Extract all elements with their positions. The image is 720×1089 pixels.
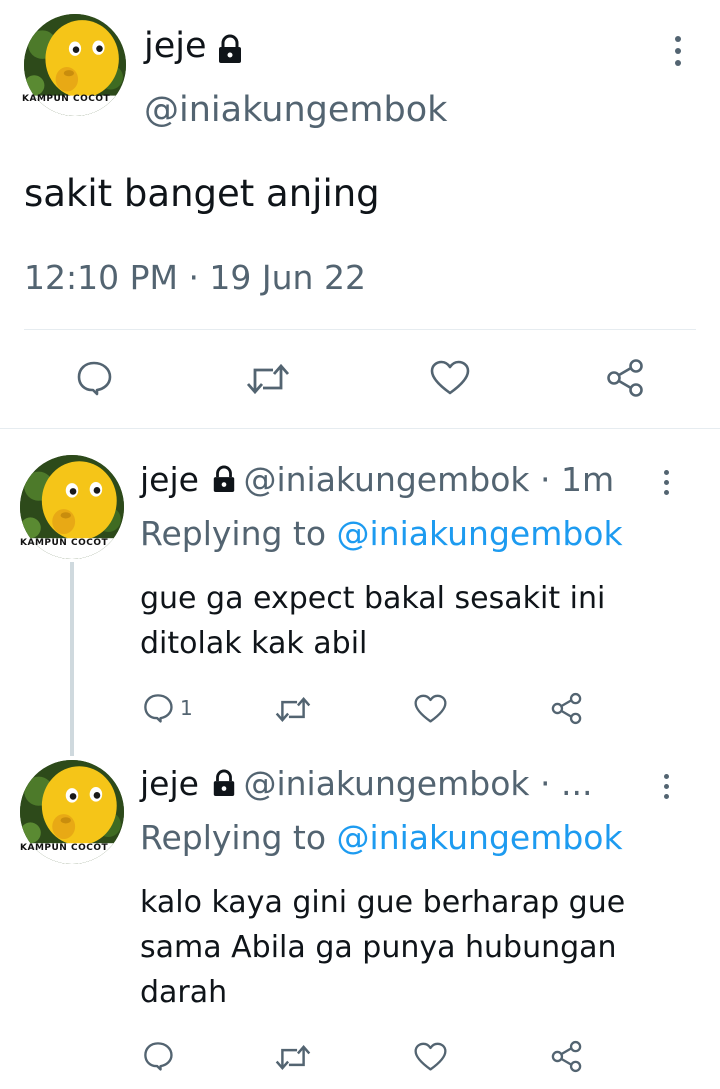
replying-to: Replying to @iniakungembok: [140, 514, 623, 553]
thread-line: [70, 562, 74, 756]
reply-display-name[interactable]: jeje: [140, 764, 199, 803]
heart-icon[interactable]: [414, 694, 447, 724]
main-tweet-text: sakit banget anjing: [24, 172, 380, 215]
retweet-icon[interactable]: [274, 694, 312, 725]
speech-bubble-icon[interactable]: [75, 359, 113, 397]
reply-avatar-caption: KAMPUN COCOT: [20, 538, 109, 548]
more-vertical-icon[interactable]: [672, 36, 684, 66]
heart-icon[interactable]: [414, 1042, 447, 1072]
speech-bubble-icon[interactable]: [142, 1040, 174, 1072]
speech-bubble-icon[interactable]: [142, 692, 174, 724]
share-icon[interactable]: [550, 692, 583, 725]
reply-text: gue ga expect bakal sesakit ini ditolak …: [140, 581, 606, 661]
reply-count: 1: [180, 696, 193, 720]
share-icon[interactable]: [550, 1040, 583, 1073]
lock-icon: [211, 766, 237, 805]
retweet-icon[interactable]: [245, 360, 291, 398]
reply-display-name[interactable]: jeje: [140, 460, 199, 499]
reply-text: kalo kaya gini gue berharap gue sama Abi…: [140, 885, 626, 1010]
retweet-icon[interactable]: [274, 1042, 312, 1073]
main-avatar-caption: KAMPUN COCOT: [22, 94, 111, 104]
reply-avatar-caption: KAMPUN COCOT: [20, 843, 109, 853]
main-display-name[interactable]: jeje: [144, 26, 207, 66]
divider: [24, 329, 696, 330]
divider: [0, 428, 720, 429]
lock-icon: [211, 462, 237, 501]
lock-icon: [216, 34, 244, 64]
reply-header: jeje @iniakungembok · ...: [140, 764, 592, 805]
more-vertical-icon[interactable]: [660, 774, 672, 799]
reply-meta[interactable]: @iniakungembok · ...: [243, 764, 592, 803]
main-handle[interactable]: @iniakungembok: [144, 90, 447, 130]
more-vertical-icon[interactable]: [660, 470, 672, 495]
replying-to: Replying to @iniakungembok: [140, 818, 623, 857]
reply-header: jeje @iniakungembok · 1m: [140, 460, 614, 501]
heart-icon[interactable]: [430, 360, 470, 396]
replying-to-handle[interactable]: @iniakungembok: [337, 514, 623, 553]
share-icon[interactable]: [605, 358, 645, 398]
main-timestamp[interactable]: 12:10 PM · 19 Jun 22: [24, 258, 366, 297]
reply-meta[interactable]: @iniakungembok · 1m: [243, 460, 614, 499]
replying-to-handle[interactable]: @iniakungembok: [337, 818, 623, 857]
